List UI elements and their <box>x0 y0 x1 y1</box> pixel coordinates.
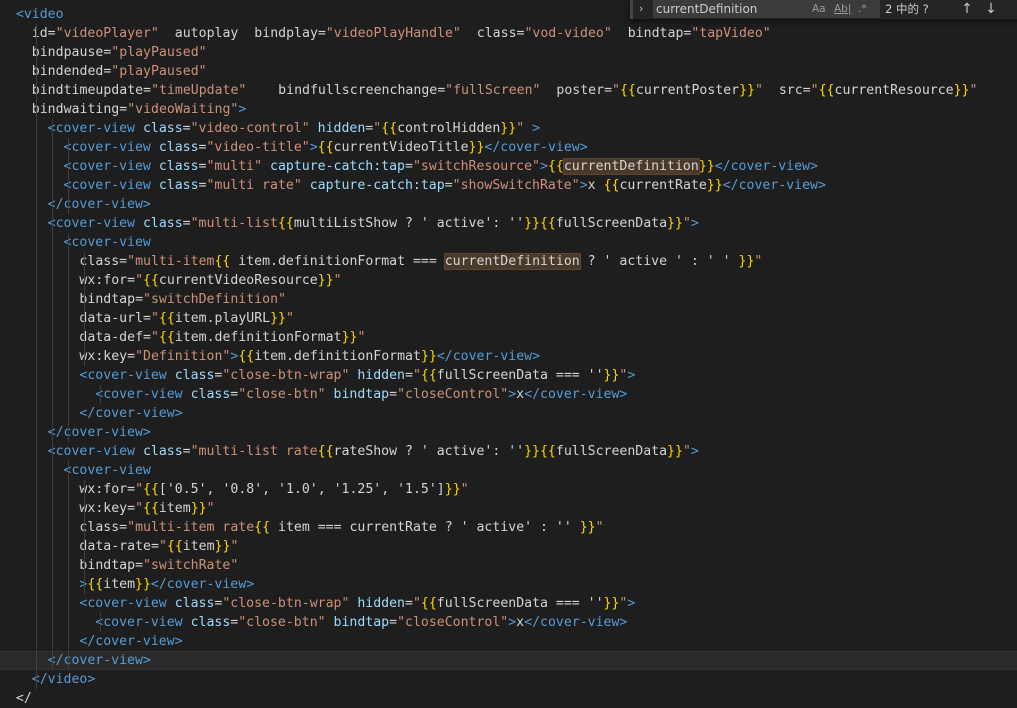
indent-guide <box>100 613 101 632</box>
indent-guide <box>52 119 53 670</box>
code-line[interactable]: <cover-view class="video-title">{{curren… <box>0 138 1017 157</box>
code-line[interactable]: data-rate="{{item}}" <box>0 537 1017 556</box>
code-line[interactable]: </cover-view> <box>0 423 1017 442</box>
find-input-box[interactable]: Aa Ab| .* <box>653 0 880 18</box>
use-regex-toggle[interactable]: .* <box>858 1 867 17</box>
code-line[interactable]: </video> <box>0 670 1017 689</box>
code-line[interactable]: <cover-view class="close-btn-wrap" hidde… <box>0 594 1017 613</box>
code-line[interactable]: >{{item}}</cover-view> <box>0 575 1017 594</box>
match-whole-word-toggle[interactable]: Ab| <box>834 1 851 17</box>
code-line[interactable]: <cover-view class="multi-list{{multiList… <box>0 214 1017 233</box>
code-line[interactable]: bindended="playPaused" <box>0 62 1017 81</box>
code-line[interactable]: <cover-view class="close-btn-wrap" hidde… <box>0 366 1017 385</box>
code-line[interactable]: id="videoPlayer" autoplay bindplay="vide… <box>0 24 1017 43</box>
code-line[interactable]: <cover-view class="video-control" hidden… <box>0 119 1017 138</box>
find-input[interactable] <box>656 0 806 18</box>
code-line[interactable]: </cover-view> <box>0 195 1017 214</box>
indent-guide <box>84 480 85 594</box>
indent-guide <box>100 385 101 404</box>
code-line[interactable]: bindtap="switchDefinition" <box>0 290 1017 309</box>
arrow-up-icon[interactable]: ↑ <box>958 0 976 18</box>
chevron-right-icon[interactable]: › <box>639 1 649 17</box>
code-line[interactable]: bindpause="playPaused" <box>0 43 1017 62</box>
indent-guide <box>84 252 85 366</box>
code-line[interactable]: data-url="{{item.playURL}}" <box>0 309 1017 328</box>
code-line[interactable]: </cover-view> <box>0 632 1017 651</box>
code-line[interactable]: </cover-view> <box>0 404 1017 423</box>
indent-guide <box>68 461 69 670</box>
match-case-toggle[interactable]: Aa <box>812 1 826 17</box>
code-line[interactable]: bindtap="switchRate" <box>0 556 1017 575</box>
code-line[interactable]: <cover-view class="multi" capture-catch:… <box>0 157 1017 176</box>
code-line[interactable]: wx:key="{{item}}" <box>0 499 1017 518</box>
code-line[interactable]: bindwaiting="videoWaiting"> <box>0 100 1017 119</box>
code-line[interactable]: wx:for="{{currentVideoResource}}" <box>0 271 1017 290</box>
code-line[interactable]: bindtimeupdate="timeUpdate" bindfullscre… <box>0 81 1017 100</box>
code-editor[interactable]: <video id="videoPlayer" autoplay bindpla… <box>0 0 1017 706</box>
code-line[interactable]: <cover-view class="close-btn" bindtap="c… <box>0 385 1017 404</box>
code-line[interactable]: wx:key="Definition">{{item.definitionFor… <box>0 347 1017 366</box>
indent-guide <box>68 138 69 214</box>
code-line[interactable]: wx:for="{{['0.5', '0.8', '1.0', '1.25', … <box>0 480 1017 499</box>
code-line[interactable]: class="multi-item{{ item.definitionForma… <box>0 252 1017 271</box>
indent-guide <box>68 233 69 442</box>
code-line[interactable]: data-def="{{item.definitionFormat}}" <box>0 328 1017 347</box>
find-widget: › Aa Ab| .* 2 中的 ? ↑ ↓ <box>630 0 1017 19</box>
code-line[interactable]: <cover-view class="close-btn" bindtap="c… <box>0 613 1017 632</box>
code-line[interactable]: </cover-view> <box>0 651 1017 670</box>
arrow-down-icon[interactable]: ↓ <box>982 0 1000 18</box>
code-line[interactable]: class="multi-item rate{{ item === curren… <box>0 518 1017 537</box>
code-line[interactable]: <cover-view <box>0 233 1017 252</box>
code-line[interactable]: <cover-view class="multi rate" capture-c… <box>0 176 1017 195</box>
code-line[interactable]: <cover-view class="multi-list rate{{rate… <box>0 442 1017 461</box>
indent-guide <box>36 24 37 689</box>
code-line[interactable]: <cover-view <box>0 461 1017 480</box>
match-count: 2 中的 ? <box>885 2 929 16</box>
code-line[interactable]: </ <box>0 689 1017 708</box>
